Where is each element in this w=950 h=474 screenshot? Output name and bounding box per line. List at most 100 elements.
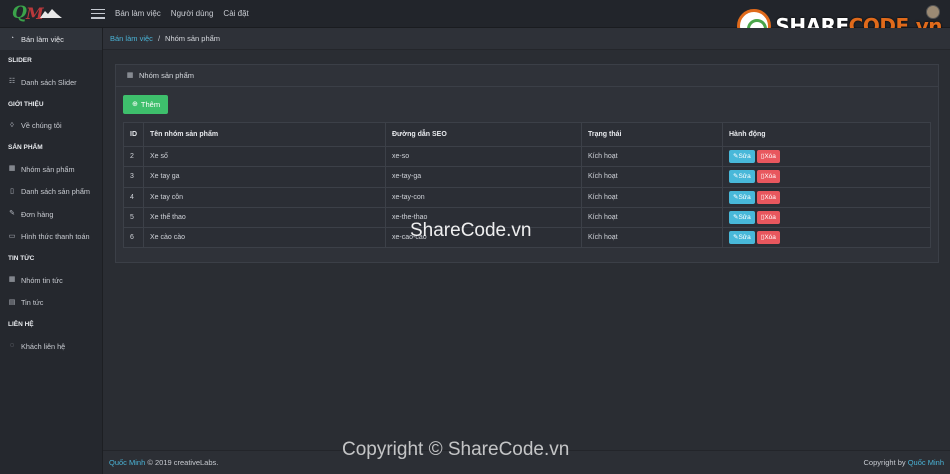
main-content: Bán làm việc / Nhóm sản phẩm ▦ Nhóm sản … — [103, 28, 950, 474]
edit-button[interactable]: ✎Sửa — [729, 150, 755, 164]
sidebar-item-label: Hình thức thanh toán — [21, 232, 90, 242]
add-button[interactable]: ⊕ Thêm — [123, 95, 168, 114]
sidebar-item-slider-list[interactable]: ☷ Danh sách Slider — [0, 71, 102, 94]
sidebar-heading-contact: LIÊN HỆ — [8, 321, 34, 328]
cell-seo: xe-so — [385, 145, 582, 168]
breadcrumb: Bán làm việc / Nhóm sản phẩm — [103, 28, 950, 50]
sidebar-item-label: Tin tức — [21, 298, 44, 308]
sidebar-item-label: Khách liên hệ — [21, 341, 66, 351]
sidebar-item-payment-methods[interactable]: ▭ Hình thức thanh toán — [0, 226, 102, 249]
footer-left-text: © 2019 creativeLabs. — [147, 458, 219, 467]
card-header: ▦ Nhóm sản phẩm — [116, 65, 938, 87]
cell-status: Kích hoạt — [581, 227, 723, 249]
clipboard-icon: ▯ — [10, 187, 14, 195]
sidebar-item-label: Về chúng tôi — [21, 121, 62, 131]
add-button-label: Thêm — [140, 100, 161, 109]
grid-icon: ▦ — [8, 165, 16, 173]
delete-button[interactable]: ▯Xóa — [756, 211, 780, 225]
delete-button[interactable]: ▯Xóa — [756, 170, 780, 184]
sidebar-item-orders[interactable]: ✎ Đơn hàng — [0, 203, 102, 226]
edit-icon: ✎ — [9, 210, 15, 218]
table-row: 2 Xe số xe-so Kích hoạt ✎Sửa ▯Xóa — [123, 145, 931, 168]
sidebar-item-dashboard[interactable]: ◔ Bán làm việc — [0, 28, 102, 50]
col-name[interactable]: Tên nhóm sản phẩm — [143, 122, 386, 147]
edit-button[interactable]: ✎Sửa — [729, 231, 755, 245]
cell-actions: ✎Sửa ▯Xóa — [722, 186, 931, 208]
delete-button[interactable]: ▯Xóa — [756, 231, 780, 245]
sidebar-heading-news: TIN TỨC — [8, 255, 35, 262]
card-icon: ▭ — [8, 232, 16, 240]
sliders-icon: ☷ — [8, 78, 16, 86]
sidebar-item-product-groups[interactable]: ▦ Nhóm sản phẩm — [0, 158, 102, 181]
col-seo[interactable]: Đường dẫn SEO — [385, 122, 582, 147]
sidebar-item-contacts[interactable]: ◌ Khách liên hệ — [0, 335, 102, 358]
top-nav: Bán làm việc Người dùng Cài đặt — [115, 9, 249, 18]
col-status[interactable]: Trạng thái — [581, 122, 723, 147]
table-row: 4 Xe tay côn xe-tay-con Kích hoạt ✎Sửa ▯X… — [123, 186, 931, 208]
app-logo: QM — [12, 3, 68, 25]
drop-icon: ◊ — [10, 121, 14, 129]
news-icon: ▤ — [8, 298, 16, 306]
plus-circle-icon: ⊕ — [131, 100, 138, 108]
brand-logo[interactable]: QM — [0, 0, 103, 28]
sidebar-item-label: Bán làm việc — [21, 34, 64, 44]
cell-id: 5 — [123, 206, 144, 229]
breadcrumb-separator: / — [157, 34, 161, 43]
footer-author-link[interactable]: Quốc Minh — [109, 458, 145, 467]
footer-right: Copyright by Quốc Minh — [864, 458, 944, 467]
grid-icon: ▦ — [126, 71, 134, 79]
edit-button[interactable]: ✎Sửa — [729, 170, 755, 184]
cell-name: Xe thể thao — [143, 206, 386, 229]
cell-actions: ✎Sửa ▯Xóa — [722, 206, 931, 229]
nav-settings[interactable]: Cài đặt — [223, 9, 248, 18]
col-actions: Hành động — [722, 122, 931, 147]
sidebar-item-news[interactable]: ▤ Tin tức — [0, 292, 102, 315]
cell-id: 2 — [123, 145, 144, 168]
edit-button[interactable]: ✎Sửa — [729, 190, 755, 204]
sidebar-item-label: Danh sách sản phẩm — [21, 187, 90, 197]
footer-left: Quốc Minh © 2019 creativeLabs. — [109, 458, 218, 467]
chat-icon: ◌ — [9, 342, 15, 350]
speedometer-icon: ◔ — [9, 35, 15, 42]
cell-status: Kích hoạt — [581, 186, 723, 208]
watermark-bottom: Copyright © ShareCode.vn — [342, 439, 570, 460]
sidebar-heading-products: SẢN PHẨM — [8, 144, 43, 151]
sidebar-item-label: Đơn hàng — [21, 209, 54, 219]
sidebar-heading-slider: SLIDER — [8, 57, 32, 64]
footer-right-link[interactable]: Quốc Minh — [908, 458, 944, 467]
breadcrumb-current: Nhóm sản phẩm — [165, 34, 221, 43]
col-id[interactable]: ID — [123, 122, 144, 147]
sidebar-item-news-groups[interactable]: ▦ Nhóm tin tức — [0, 269, 102, 292]
cell-id: 6 — [123, 227, 144, 249]
nav-users[interactable]: Người dùng — [171, 9, 214, 18]
cell-name: Xe số — [143, 145, 386, 168]
cell-status: Kích hoạt — [581, 166, 723, 188]
sidebar-item-label: Nhóm sản phẩm — [21, 164, 75, 174]
cell-status: Kích hoạt — [581, 145, 723, 168]
cell-seo: xe-tay-ga — [385, 166, 582, 188]
sidebar-item-product-list[interactable]: ▯ Danh sách sản phẩm — [0, 181, 102, 204]
table-header-row: ID Tên nhóm sản phẩm Đường dẫn SEO Trạng… — [123, 122, 931, 147]
avatar[interactable] — [926, 5, 940, 19]
sidebar-item-label: Danh sách Slider — [21, 77, 77, 87]
sidebar-item-label: Nhóm tin tức — [21, 275, 63, 285]
cell-seo: xe-tay-con — [385, 186, 582, 208]
footer-right-text: Copyright by — [863, 458, 906, 467]
menu-toggle-icon[interactable] — [91, 8, 105, 19]
sidebar-heading-about: GIỚI THIỆU — [8, 100, 44, 108]
cell-name: Xe tay ga — [143, 166, 386, 188]
nav-dashboard[interactable]: Bán làm việc — [115, 9, 161, 18]
cell-actions: ✎Sửa ▯Xóa — [722, 227, 931, 249]
cell-name: Xe cào cào — [143, 227, 386, 249]
breadcrumb-root-link[interactable]: Bán làm việc — [110, 34, 153, 43]
delete-button[interactable]: ▯Xóa — [756, 190, 780, 204]
cell-name: Xe tay côn — [143, 186, 386, 208]
edit-button[interactable]: ✎Sửa — [729, 211, 755, 225]
sidebar-item-about-us[interactable]: ◊ Về chúng tôi — [0, 115, 102, 138]
delete-button[interactable]: ▯Xóa — [756, 150, 780, 164]
cell-id: 4 — [123, 186, 144, 208]
card-title: Nhóm sản phẩm — [139, 71, 195, 80]
watermark-center: ShareCode.vn — [410, 220, 532, 241]
grid-icon: ▦ — [8, 276, 16, 284]
cell-status: Kích hoạt — [581, 206, 723, 229]
